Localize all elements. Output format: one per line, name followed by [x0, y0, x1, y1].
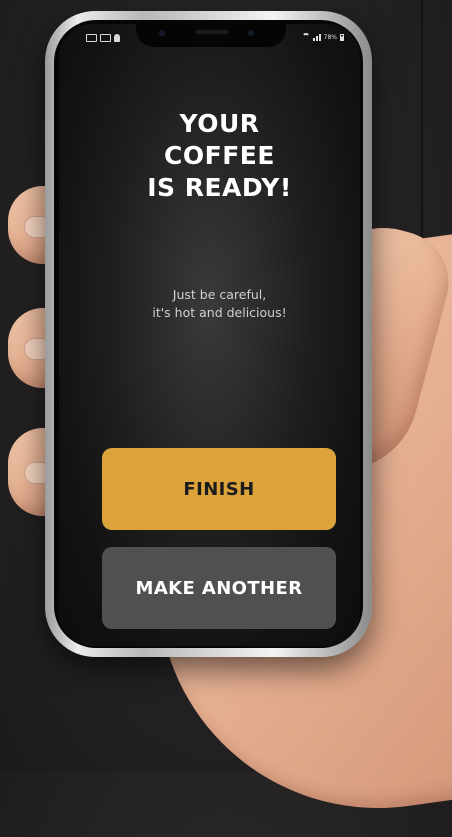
- status-bar-right: 78%: [301, 33, 344, 41]
- subtitle-line: Just be careful,: [172, 287, 267, 302]
- app-screen: 78% YOUR COFFEE IS READY! Just be carefu…: [59, 24, 360, 646]
- status-bar-left: [86, 34, 120, 42]
- sensor-icon: [248, 30, 254, 36]
- subtitle-line: it's hot and delicious!: [152, 305, 287, 320]
- signal-icon: [312, 33, 321, 41]
- battery-percentage: 78%: [323, 33, 337, 41]
- battery-icon: [340, 33, 344, 41]
- message-icon: [100, 34, 111, 42]
- subtitle: Just be careful, it's hot and delicious!: [59, 286, 360, 322]
- make-another-button[interactable]: MAKE ANOTHER: [102, 547, 336, 629]
- title-line: COFFEE: [164, 141, 275, 170]
- title-line: IS READY!: [147, 173, 292, 202]
- earpiece-speaker: [195, 30, 229, 34]
- phone-notch: [136, 24, 286, 47]
- finish-button[interactable]: FINISH: [102, 448, 336, 530]
- wifi-icon: [301, 33, 310, 41]
- person-icon: [114, 34, 120, 42]
- front-camera-icon: [159, 30, 165, 36]
- title-line: YOUR: [179, 109, 260, 138]
- page-title: YOUR COFFEE IS READY!: [59, 108, 360, 204]
- mail-icon: [86, 34, 97, 42]
